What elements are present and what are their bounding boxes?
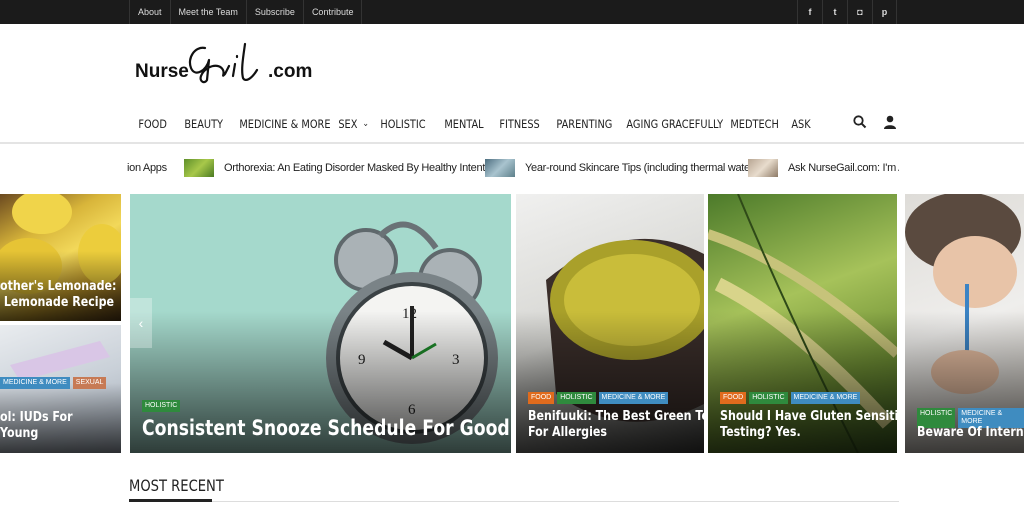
category-tags: FOOD HOLISTIC MEDICINE & MORE (528, 392, 669, 404)
category-tags: FOOD HOLISTIC MEDICINE & MORE (720, 392, 861, 404)
nav-medicine-more[interactable]: MEDICINE & MORE (230, 108, 330, 140)
featured-post-lemonade[interactable]: other's Lemonade: Lemonade Recipe (0, 194, 121, 321)
category-tag[interactable]: HOLISTIC (557, 392, 596, 404)
category-tags: MEDICINE & MORE SEXUAL (0, 377, 107, 389)
category-tag[interactable]: MEDICINE & MORE (790, 392, 861, 404)
nav-ask[interactable]: ASK (782, 108, 816, 140)
nav-icons (852, 114, 898, 130)
top-link-contribute[interactable]: Contribute (302, 0, 363, 24)
category-tag[interactable]: MEDICINE & MORE (0, 377, 70, 389)
top-link-meet-the-team[interactable]: Meet the Team (169, 0, 246, 24)
nav-sex[interactable]: SEX ⌄ (329, 108, 369, 140)
nav-holistic[interactable]: HOLISTIC (371, 108, 425, 140)
logo-script-gail (188, 42, 259, 84)
ticker-item[interactable]: Orthorexia: An Eating Disorder Masked By… (184, 156, 504, 180)
user-icon[interactable] (882, 114, 898, 130)
tile-title: other's Lemonade: Lemonade Recipe (0, 278, 117, 311)
twitter-icon[interactable]: t (822, 0, 847, 24)
nav-sex-label: SEX (338, 117, 358, 131)
ticker-item-title: Orthorexia: An Eating Disorder Masked By… (224, 162, 505, 174)
social-links: f t ◘ p (797, 0, 897, 24)
section-heading-underline (129, 499, 212, 502)
nav-food[interactable]: FOOD (129, 108, 168, 140)
featured-post-clock[interactable]: 12 3 9 6 HOLISTIC Consistent Snooze Sche… (130, 194, 511, 453)
top-bar: About Meet the Team Subscribe Contribute… (0, 0, 1024, 24)
ticker-thumbnail (485, 159, 515, 177)
category-tag[interactable]: FOOD (720, 392, 747, 404)
category-tag[interactable]: HOLISTIC (749, 392, 788, 404)
tile-title: ol: IUDs For Young (0, 409, 73, 442)
main-nav: FOOD BEAUTY MEDICINE & MORE SEX ⌄ HOLIST… (129, 108, 822, 140)
ticker-item[interactable]: ion Apps (127, 156, 167, 180)
category-tag[interactable]: FOOD (528, 392, 555, 404)
tile-title: Beware Of Internet He (917, 424, 1024, 440)
section-divider (129, 501, 899, 502)
ticker-item-title: Year-round Skincare Tips (including ther… (525, 162, 760, 174)
nav-parenting[interactable]: PARENTING (547, 108, 612, 140)
featured-post-iud[interactable]: MEDICINE & MORE SEXUAL ol: IUDs For Youn… (0, 325, 121, 453)
search-icon[interactable] (852, 114, 868, 130)
category-tag[interactable]: HOLISTIC (142, 400, 181, 412)
instagram-icon[interactable]: ◘ (847, 0, 872, 24)
tile-title: Benifuuki: The Best Green Tea For Allerg… (528, 408, 704, 441)
category-tags: HOLISTIC (142, 400, 181, 412)
ticker-item[interactable]: Ask NurseGail.com: I'm A 45 (748, 156, 899, 180)
featured-post-internet[interactable]: HOLISTIC MEDICINE & MORE Beware Of Inter… (905, 194, 1024, 453)
top-link-about[interactable]: About (129, 0, 170, 24)
ticker-thumbnail (748, 159, 778, 177)
featured-post-green-tea[interactable]: FOOD HOLISTIC MEDICINE & MORE Benifuuki:… (516, 194, 704, 453)
nav-fitness[interactable]: FITNESS (490, 108, 539, 140)
chevron-down-icon: ⌄ (362, 119, 369, 129)
ticker-item[interactable]: Year-round Skincare Tips (including ther… (485, 156, 760, 180)
site-logo[interactable]: Nurse .com (135, 40, 315, 90)
nav-mental[interactable]: MENTAL (435, 108, 483, 140)
nav-medtech[interactable]: MEDTECH (721, 108, 778, 140)
carousel-prev-button[interactable]: ‹ (130, 298, 152, 348)
category-tag[interactable]: MEDICINE & MORE (598, 392, 669, 404)
pinterest-icon[interactable]: p (872, 0, 897, 24)
facebook-icon[interactable]: f (797, 0, 822, 24)
ticker-thumbnail (184, 159, 214, 177)
logo-prefix: Nurse (135, 61, 189, 82)
top-nav: About Meet the Team Subscribe Contribute (129, 0, 363, 24)
nav-aging-gracefully[interactable]: AGING GRACEFULLY (617, 108, 723, 140)
tile-title: Should I Have Gluten Sensitivity Testing… (720, 408, 897, 441)
ticker-item-title: Ask NurseGail.com: I'm A 45 (788, 162, 899, 174)
ticker-item-title: ion Apps (127, 162, 167, 174)
nav-beauty[interactable]: BEAUTY (175, 108, 223, 140)
category-tag[interactable]: SEXUAL (72, 377, 107, 389)
news-ticker: ion Apps Orthorexia: An Eating Disorder … (127, 156, 899, 180)
section-heading-most-recent: MOST RECENT (129, 476, 224, 495)
tile-title: Consistent Snooze Schedule For Good Heal… (142, 416, 511, 440)
featured-post-gluten[interactable]: FOOD HOLISTIC MEDICINE & MORE Should I H… (708, 194, 897, 453)
logo-suffix: .com (268, 61, 313, 82)
top-link-subscribe[interactable]: Subscribe (245, 0, 303, 24)
nav-divider (0, 142, 1024, 144)
